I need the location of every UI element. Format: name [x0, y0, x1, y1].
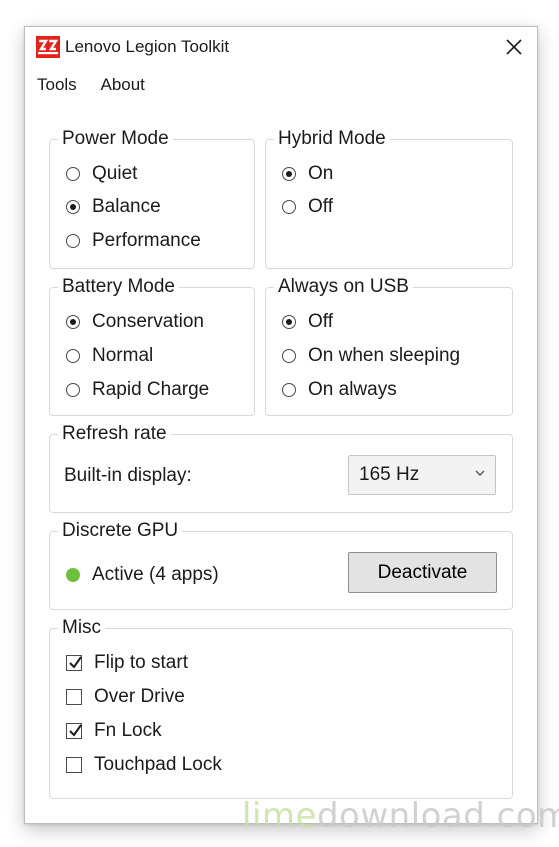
- window-title: Lenovo Legion Toolkit: [65, 37, 230, 56]
- menu-item-tools[interactable]: Tools: [37, 75, 77, 94]
- power-mode-group: Power Mode Quiet Balance Performance: [49, 127, 255, 269]
- status-dot-icon: [66, 568, 80, 582]
- option-label: Over Drive: [94, 686, 185, 707]
- gpu-status-text: Active (4 apps): [92, 564, 219, 585]
- checkbox-over-drive[interactable]: Over Drive: [66, 684, 185, 710]
- radio-button[interactable]: [66, 349, 80, 363]
- option-label: Fn Lock: [94, 720, 162, 741]
- radio-button[interactable]: [66, 200, 80, 214]
- radio-button[interactable]: [282, 383, 296, 397]
- option-label: Flip to start: [94, 652, 188, 673]
- always-on-usb-group: Always on USB Off On when sleeping On al…: [265, 275, 513, 416]
- discrete-gpu-group: Discrete GPU Active (4 apps) Deactivate: [49, 519, 513, 610]
- radio-usb-on-always[interactable]: On always: [282, 377, 397, 403]
- misc-group: Misc Flip to start Over Drive Fn Lock To…: [49, 616, 513, 799]
- option-label: Balance: [92, 196, 161, 217]
- radio-button[interactable]: [282, 167, 296, 181]
- radio-usb-off[interactable]: Off: [282, 309, 333, 335]
- refresh-rate-select[interactable]: 165 Hz: [348, 455, 496, 495]
- checkbox-flip-to-start[interactable]: Flip to start: [66, 650, 188, 676]
- title-bar[interactable]: Lenovo Legion Toolkit: [25, 27, 537, 69]
- radio-rapid-charge[interactable]: Rapid Charge: [66, 377, 209, 403]
- checkmark-icon: [69, 724, 82, 737]
- option-label: Quiet: [92, 163, 138, 184]
- option-label: On: [308, 163, 334, 184]
- legion-logo-icon: [36, 36, 60, 58]
- deactivate-button[interactable]: Deactivate: [348, 552, 497, 593]
- menu-bar: Tools About: [37, 75, 165, 95]
- radio-usb-on-when-sleeping[interactable]: On when sleeping: [282, 343, 460, 369]
- group-title: Misc: [58, 616, 106, 640]
- radio-button[interactable]: [282, 315, 296, 329]
- checkmark-icon: [69, 656, 82, 669]
- radio-balance[interactable]: Balance: [66, 194, 161, 220]
- app-window: Lenovo Legion Toolkit Tools About Power …: [24, 26, 538, 824]
- checkbox[interactable]: [66, 655, 82, 671]
- radio-button[interactable]: [282, 200, 296, 214]
- menu-item-about[interactable]: About: [100, 75, 144, 94]
- close-button[interactable]: [491, 27, 537, 67]
- radio-conservation[interactable]: Conservation: [66, 309, 204, 335]
- checkbox[interactable]: [66, 689, 82, 705]
- radio-hybrid-on[interactable]: On: [282, 161, 333, 187]
- radio-performance[interactable]: Performance: [66, 228, 201, 254]
- option-label: On when sleeping: [308, 345, 461, 366]
- close-icon: [506, 39, 522, 55]
- radio-button[interactable]: [66, 167, 80, 181]
- option-label: Performance: [92, 230, 201, 251]
- gpu-status: Active (4 apps): [66, 562, 219, 588]
- radio-button[interactable]: [282, 349, 296, 363]
- checkbox[interactable]: [66, 757, 82, 773]
- radio-quiet[interactable]: Quiet: [66, 161, 137, 187]
- option-label: Conservation: [92, 311, 204, 332]
- built-in-display-label: Built-in display:: [64, 465, 192, 486]
- option-label: Touchpad Lock: [94, 754, 222, 775]
- checkbox-touchpad-lock[interactable]: Touchpad Lock: [66, 752, 222, 778]
- radio-button[interactable]: [66, 234, 80, 248]
- radio-button[interactable]: [66, 315, 80, 329]
- watermark-part-lime: lime: [242, 796, 317, 836]
- checkbox[interactable]: [66, 723, 82, 739]
- watermark-part-download: download: [316, 796, 486, 836]
- checkbox-fn-lock[interactable]: Fn Lock: [66, 718, 162, 744]
- watermark-part-com: .com: [485, 796, 559, 836]
- hybrid-mode-group: Hybrid Mode On Off: [265, 127, 513, 269]
- group-title: Power Mode: [58, 127, 173, 151]
- selected-value: 165 Hz: [359, 464, 420, 485]
- watermark: limedownload.com: [242, 796, 559, 836]
- group-title: Refresh rate: [58, 422, 171, 446]
- option-label: Off: [308, 311, 333, 332]
- radio-hybrid-off[interactable]: Off: [282, 194, 333, 220]
- radio-button[interactable]: [66, 383, 80, 397]
- group-title: Discrete GPU: [58, 519, 183, 543]
- battery-mode-group: Battery Mode Conservation Normal Rapid C…: [49, 275, 255, 416]
- group-title: Always on USB: [274, 275, 413, 299]
- option-label: Off: [308, 196, 333, 217]
- option-label: Normal: [92, 345, 154, 366]
- chevron-down-icon: [475, 470, 485, 476]
- radio-normal[interactable]: Normal: [66, 343, 153, 369]
- group-title: Hybrid Mode: [274, 127, 390, 151]
- option-label: Rapid Charge: [92, 379, 210, 400]
- group-title: Battery Mode: [58, 275, 179, 299]
- option-label: On always: [308, 379, 397, 400]
- refresh-rate-group: Refresh rate Built-in display: 165 Hz: [49, 422, 513, 513]
